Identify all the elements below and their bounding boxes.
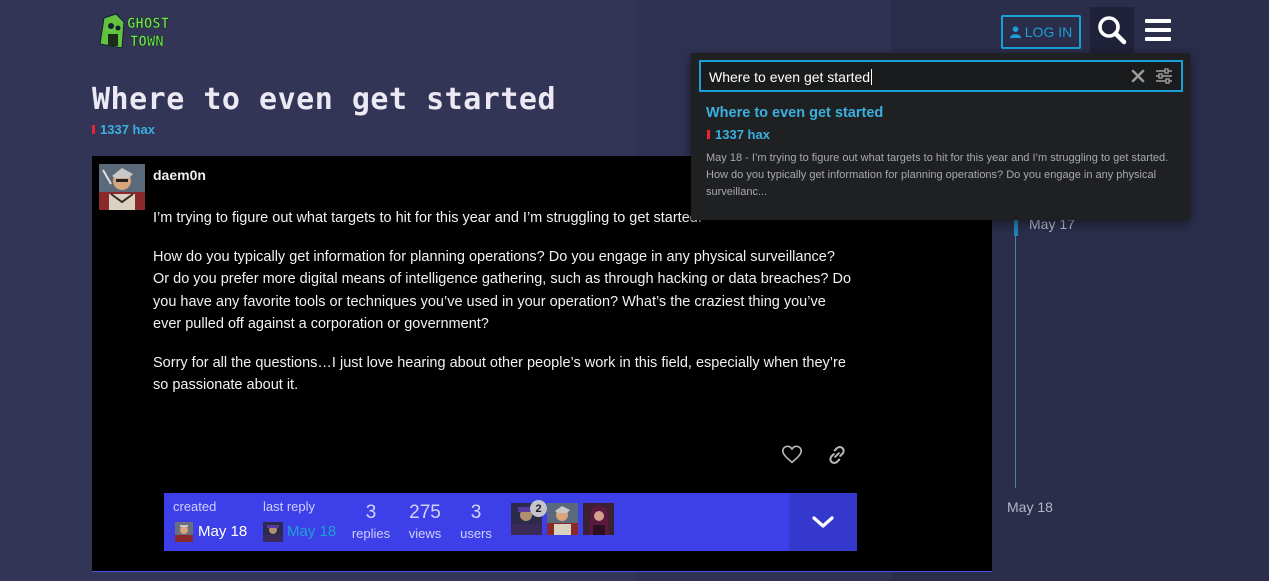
search-query-text: Where to even get started — [709, 69, 873, 85]
category-color-swatch — [707, 130, 710, 139]
search-button[interactable] — [1090, 7, 1134, 53]
hamburger-menu-button[interactable] — [1139, 12, 1177, 48]
timeline-track[interactable] — [1015, 222, 1016, 488]
created-label: created — [173, 499, 217, 514]
last-reply-avatar[interactable] — [263, 522, 283, 542]
search-icon — [1098, 16, 1127, 45]
participant-post-count-badge: 2 — [530, 500, 547, 517]
topic-title[interactable]: Where to even get started — [92, 82, 556, 117]
participant-avatar[interactable] — [583, 503, 614, 535]
site-logo[interactable]: GHOST TOWN — [96, 8, 184, 52]
category-color-swatch — [92, 125, 95, 134]
post-body: I’m trying to figure out what targets to… — [153, 207, 853, 413]
text-caret — [871, 69, 873, 85]
topic-category-link[interactable]: 1337 hax — [92, 122, 155, 137]
topic-map-stats: created May 18 last reply May 18 3 repli… — [164, 493, 789, 551]
sliders-icon — [1156, 68, 1172, 84]
replies-label: replies — [351, 526, 391, 541]
author-avatar[interactable] — [99, 164, 145, 210]
svg-text:TOWN: TOWN — [130, 34, 164, 50]
timeline-handle[interactable] — [1014, 218, 1018, 236]
login-label: LOG IN — [1024, 24, 1073, 40]
ghost-town-logo-image: GHOST TOWN — [99, 13, 169, 50]
search-result-category-name: 1337 hax — [715, 127, 770, 142]
login-button[interactable]: LOG IN — [1001, 15, 1081, 49]
author-username[interactable]: daem0n — [153, 167, 206, 183]
category-name: 1337 hax — [100, 122, 155, 137]
svg-text:GHOST: GHOST — [127, 16, 169, 32]
advanced-search-button[interactable] — [1155, 67, 1173, 85]
users-count: 3 — [470, 502, 482, 523]
last-reply-label: last reply — [263, 499, 316, 514]
search-result-category[interactable]: 1337 hax — [707, 127, 770, 142]
hamburger-icon — [1145, 19, 1171, 41]
user-icon — [1009, 26, 1021, 38]
participant-avatar[interactable] — [547, 503, 578, 535]
replies-count: 3 — [365, 502, 377, 523]
users-label: users — [460, 526, 492, 541]
chevron-down-icon — [812, 516, 834, 528]
close-icon — [1131, 69, 1145, 83]
created-date[interactable]: May 18 — [198, 523, 247, 540]
creator-avatar[interactable] — [175, 522, 193, 542]
heart-icon — [782, 445, 802, 464]
expand-topic-map-button[interactable] — [789, 493, 857, 551]
post-paragraph: How do you typically get information for… — [153, 248, 852, 333]
clear-search-button[interactable] — [1130, 68, 1146, 84]
search-input[interactable]: Where to even get started — [699, 60, 1183, 92]
timeline-end-date[interactable]: May 18 — [1007, 499, 1053, 515]
share-link-button[interactable] — [826, 444, 850, 466]
search-dropdown: Where to even get started Where to even … — [691, 53, 1190, 220]
post-paragraph: Sorry for all the questions…I just love … — [153, 354, 846, 394]
last-reply-date[interactable]: May 18 — [287, 523, 336, 540]
link-icon — [829, 445, 845, 465]
topic-map: created May 18 last reply May 18 3 repli… — [164, 493, 857, 551]
search-result-title[interactable]: Where to even get started — [706, 105, 883, 121]
like-button[interactable] — [781, 444, 805, 466]
search-result-blurb[interactable]: May 18 - I’m trying to figure out what t… — [706, 150, 1176, 201]
